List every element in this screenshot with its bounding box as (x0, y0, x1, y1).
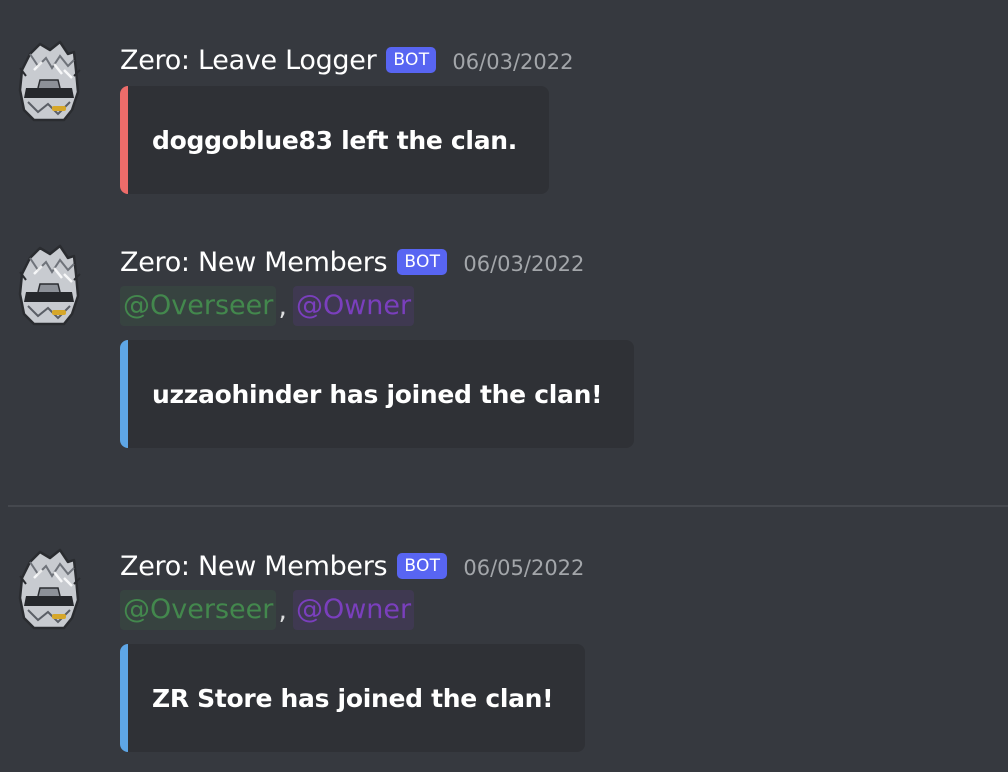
armored-knight-helmet-avatar-icon[interactable] (16, 548, 82, 632)
message-3: Zero: New Members BOT 06/05/2022 @Overse… (0, 504, 1008, 772)
username[interactable]: Zero: New Members (120, 247, 388, 278)
mention-separator: , (278, 290, 287, 322)
message-header: Zero: Leave Logger BOT 06/03/2022 (120, 42, 573, 78)
timestamp[interactable]: 06/03/2022 (452, 46, 573, 74)
bot-tag: BOT (397, 249, 448, 275)
mention-line: @Overseer, @Owner (120, 590, 415, 630)
mention-separator: , (278, 594, 287, 626)
embed-description: doggoblue83 left the clan. (152, 125, 517, 155)
message-feed: Zero: Leave Logger BOT 06/03/2022 doggob… (0, 0, 1008, 772)
username[interactable]: Zero: New Members (120, 551, 388, 582)
bot-tag: BOT (397, 553, 448, 579)
role-mention-owner[interactable]: @Owner (292, 590, 415, 630)
embed-description: ZR Store has joined the clan! (152, 683, 554, 713)
embed-description: uzzaohinder has joined the clan! (152, 379, 603, 409)
message-1: Zero: Leave Logger BOT 06/03/2022 doggob… (0, 0, 1008, 200)
role-mention-owner[interactable]: @Owner (292, 286, 415, 326)
armored-knight-helmet-avatar-icon[interactable] (16, 40, 82, 124)
message-header: Zero: New Members BOT 06/05/2022 (120, 548, 584, 584)
bot-tag: BOT (386, 47, 437, 73)
message-2: Zero: New Members BOT 06/03/2022 @Overse… (0, 200, 1008, 500)
embed: doggoblue83 left the clan. (120, 86, 549, 194)
username[interactable]: Zero: Leave Logger (120, 45, 377, 76)
role-mention-overseer[interactable]: @Overseer (120, 286, 277, 326)
timestamp[interactable]: 06/03/2022 (463, 248, 584, 276)
mention-line: @Overseer, @Owner (120, 286, 415, 326)
embed: ZR Store has joined the clan! (120, 644, 586, 752)
role-mention-overseer[interactable]: @Overseer (120, 590, 277, 630)
timestamp[interactable]: 06/05/2022 (463, 552, 584, 580)
message-header: Zero: New Members BOT 06/03/2022 (120, 244, 584, 280)
embed: uzzaohinder has joined the clan! (120, 340, 635, 448)
armored-knight-helmet-avatar-icon[interactable] (16, 244, 82, 328)
